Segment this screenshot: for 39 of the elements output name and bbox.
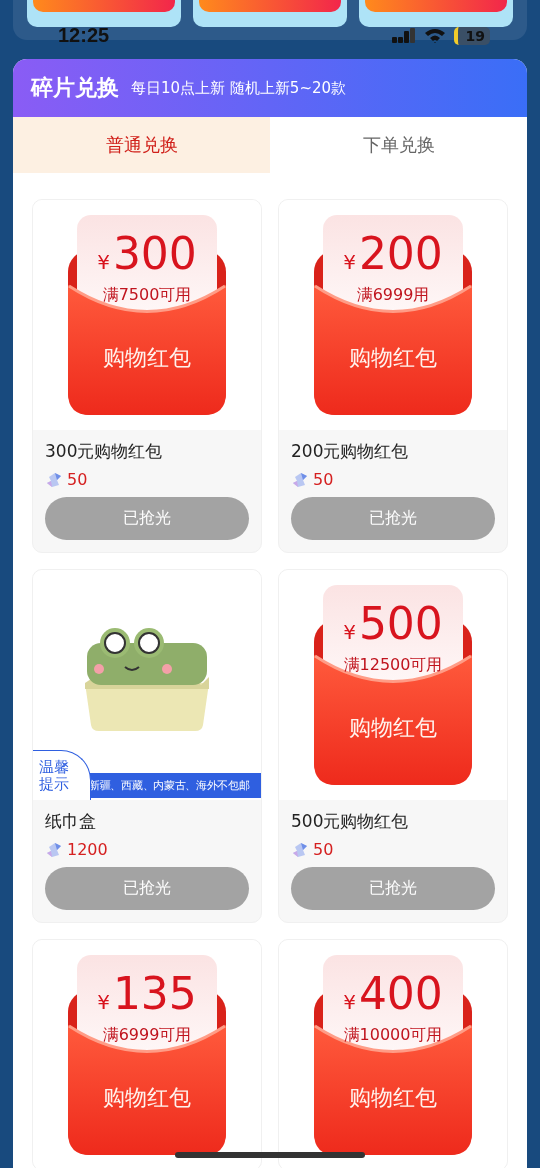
gem-fragment-icon (45, 470, 63, 489)
packet-label: 购物红包 (348, 1084, 438, 1112)
item-name: 纸巾盒 (45, 810, 97, 833)
fragment-price: 1200 (67, 840, 108, 859)
signal-icon (391, 27, 416, 44)
currency-symbol: ¥ (97, 250, 110, 274)
packet-label: 购物红包 (348, 714, 438, 742)
fragment-price: 50 (313, 470, 334, 489)
status-time: 12:25 (58, 24, 111, 47)
panel-title: 碎片兑换 (31, 74, 119, 102)
panel-subtitle: 每日10点上新 随机上新5~20款 (131, 78, 347, 98)
notice-badge: 温馨提示 (33, 750, 91, 800)
packet-label: 购物红包 (102, 344, 192, 372)
gem-fragment-icon (45, 840, 63, 859)
usage-condition: 满10000可用 (342, 1025, 444, 1046)
currency-symbol: ¥ (97, 990, 110, 1014)
item-name: 200元购物红包 (291, 440, 410, 463)
usage-condition: 满7500可用 (101, 285, 193, 306)
packet-label: 购物红包 (348, 344, 438, 372)
gem-fragment-icon (291, 470, 309, 489)
usage-condition: 满6999用 (355, 285, 431, 306)
item-name: 300元购物红包 (45, 440, 164, 463)
packet-amount: 300 (112, 229, 197, 279)
currency-symbol: ¥ (343, 620, 356, 644)
exchange-tab[interactable]: 普通兑换 (13, 117, 270, 173)
usage-condition: 满6999可用 (101, 1025, 193, 1046)
currency-symbol: ¥ (343, 990, 356, 1014)
fragment-price: 50 (313, 840, 334, 859)
packet-amount: 200 (358, 229, 443, 279)
item-name: 500元购物红包 (291, 810, 410, 833)
packet-amount: 400 (358, 969, 443, 1019)
packet-amount: 500 (358, 599, 443, 649)
packet-amount: 135 (112, 969, 197, 1019)
gem-fragment-icon (291, 840, 309, 859)
currency-symbol: ¥ (343, 250, 356, 274)
usage-condition: 满12500可用 (342, 655, 444, 676)
fragment-price: 50 (67, 470, 88, 489)
packet-label: 购物红包 (102, 1084, 192, 1112)
wifi-icon (423, 27, 446, 44)
